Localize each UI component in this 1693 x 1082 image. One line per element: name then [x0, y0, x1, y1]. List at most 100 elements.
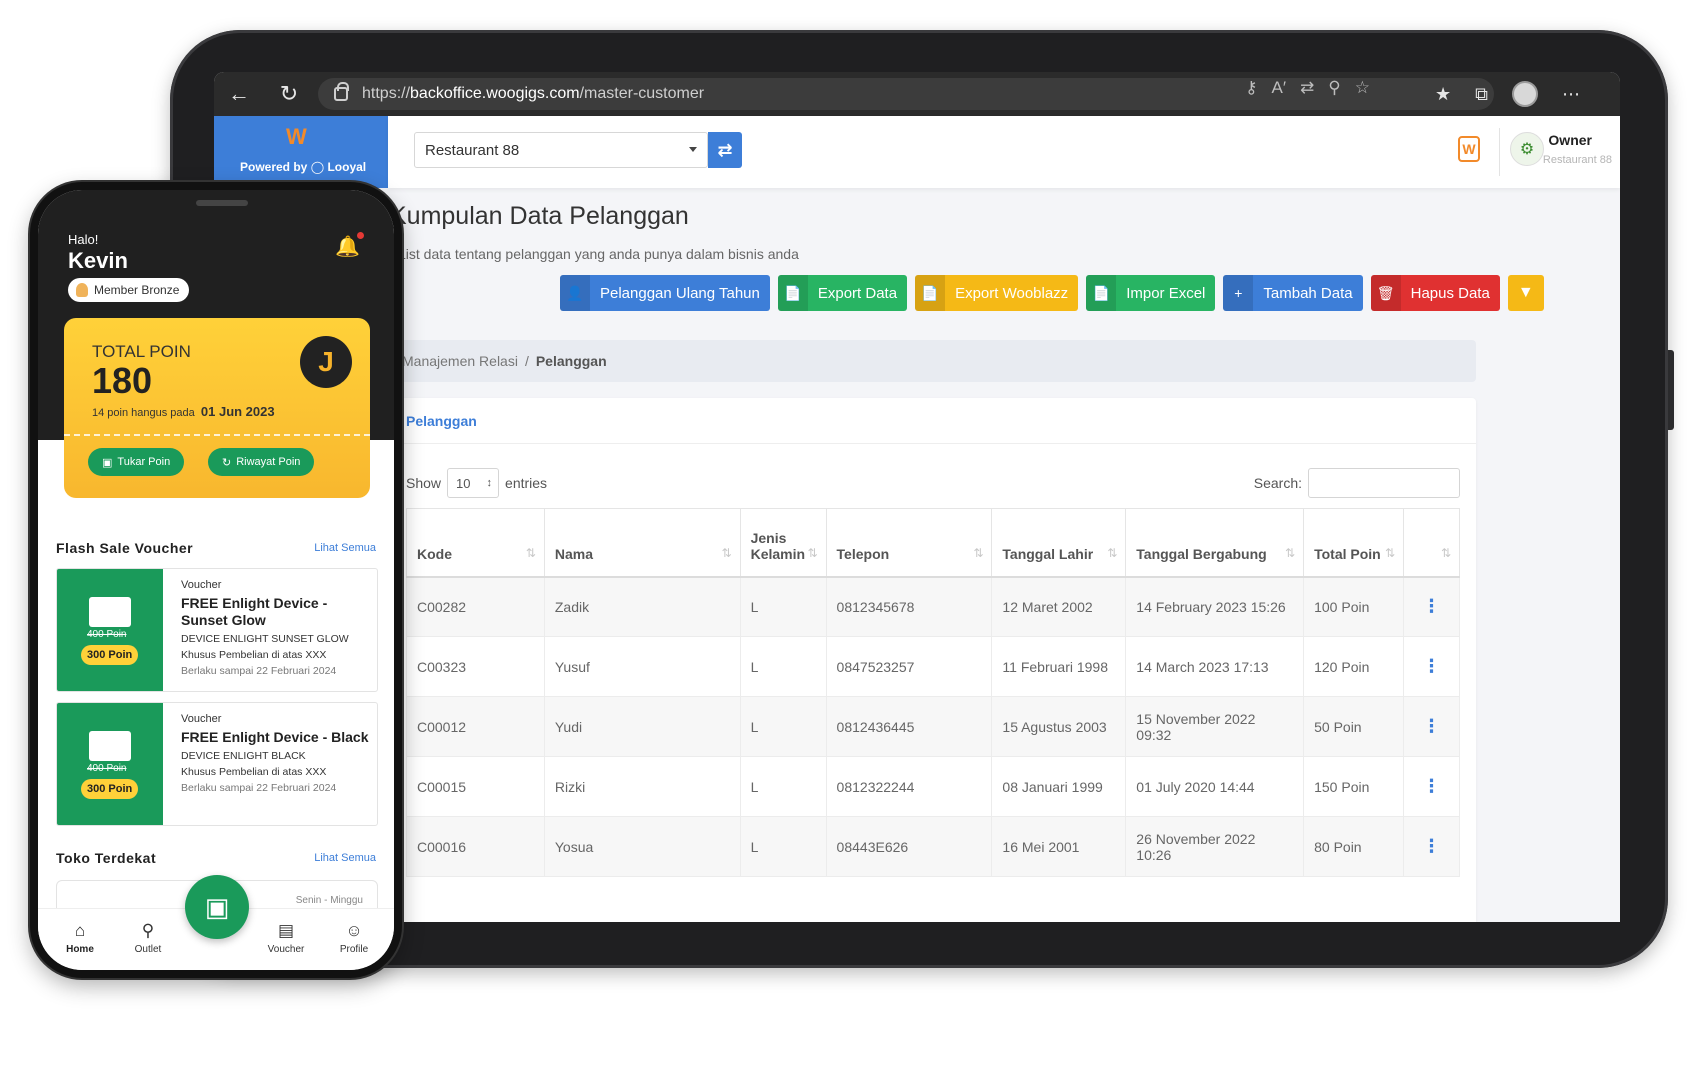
user-icon: 👤 — [560, 275, 590, 311]
greeting: Halo! — [68, 232, 99, 247]
chevron-down-icon — [689, 147, 697, 152]
nav-voucher[interactable]: ▤ Voucher — [256, 921, 316, 955]
column-header-jenis-kelamin[interactable]: Jenis Kelamin ⇅ — [739, 508, 827, 578]
delete-data-button[interactable]: 🗑 Hapus Data — [1370, 275, 1500, 311]
column-header-total-poin[interactable]: Total Poin ⇅ — [1303, 508, 1404, 578]
row-menu-icon[interactable]: ⋮ — [1403, 756, 1460, 817]
scan-button[interactable]: ▣ — [185, 875, 249, 939]
table-row[interactable]: C00016 Yosua L 08443E626 16 Mei 2001 26 … — [406, 816, 1460, 877]
user-avatar[interactable]: ⚙ — [1510, 132, 1544, 166]
birthday-customers-button[interactable]: 👤 Pelanggan Ulang Tahun — [560, 275, 770, 311]
page-length-select[interactable]: 10 — [447, 468, 500, 498]
phone-frame: Halo! Kevin 🔔 Member Bronze TOTAL POIN 1… — [30, 182, 402, 978]
toko-see-all-link[interactable]: Lihat Semua — [314, 852, 376, 864]
table-row[interactable]: C00323 Yusuf L 0847523257 11 Februari 19… — [406, 636, 1460, 697]
cell-tanggal-lahir: 12 Maret 2002 — [991, 576, 1127, 637]
voucher-price: 300 Poin — [81, 779, 139, 799]
cell-kode: C00016 — [406, 816, 545, 877]
bell-icon[interactable]: 🔔 — [335, 234, 360, 259]
breadcrumb-current: Pelanggan — [535, 353, 607, 369]
cell-total-poin: 120 Poin — [1303, 636, 1404, 697]
row-menu-icon[interactable]: ⋮ — [1403, 816, 1460, 877]
total-poin-label: TOTAL POIN — [92, 342, 191, 361]
back-arrow-icon[interactable]: ← — [214, 72, 264, 116]
outlet-select[interactable]: Restaurant 88 — [414, 132, 708, 168]
collections-icon[interactable]: ⧉ — [1475, 84, 1488, 105]
column-header-nama[interactable]: Nama ⇅ — [543, 508, 741, 578]
page-title: Kumpulan Data Pelanggan — [390, 202, 689, 230]
voucher-name: FREE Enlight Device - Sunset Glow — [181, 595, 328, 628]
filter-icon: ▼ — [1517, 284, 1534, 301]
voucher-body: Voucher FREE Enlight Device - Sunset Glo… — [181, 579, 369, 677]
woogigs-logo-icon: W — [286, 124, 307, 149]
location-pin-icon: ⚲ — [141, 921, 155, 940]
row-menu-icon[interactable]: ⋮ — [1403, 636, 1460, 697]
nav-home[interactable]: ⌂ Home — [50, 921, 110, 955]
medal-icon — [76, 283, 88, 297]
nav-outlet[interactable]: ⚲ Outlet — [118, 921, 178, 955]
table-row[interactable]: C00015 Rizki L 0812322244 08 Januari 199… — [406, 756, 1460, 817]
table-row[interactable]: C00282 Zadik L 0812345678 12 Maret 2002 … — [406, 576, 1460, 637]
nav-profile[interactable]: ☺ Profile — [324, 921, 384, 955]
cell-total-poin: 150 Poin — [1303, 756, 1404, 817]
home-icon: ⌂ — [74, 921, 86, 940]
export-wooblazz-button[interactable]: 📄 Export Wooblazz — [915, 275, 1079, 311]
cell-telepon: 0847523257 — [825, 636, 993, 697]
show-label: Show — [406, 475, 442, 491]
column-header-tanggal-bergabung[interactable]: Tanggal Bergabung ⇅ — [1125, 508, 1305, 578]
cell-nama: Yudi — [543, 696, 741, 757]
cell-kode: C00323 — [406, 636, 545, 697]
voucher-body: Voucher FREE Enlight Device - Black DEVI… — [181, 713, 369, 794]
column-header-telepon[interactable]: Telepon ⇅ — [825, 508, 993, 578]
cell-tanggal-bergabung: 14 February 2023 15:26 — [1125, 576, 1305, 637]
sort-icon: ⇅ — [1107, 545, 1118, 560]
add-data-button[interactable]: + Tambah Data — [1223, 275, 1363, 311]
ticket-icon — [89, 731, 131, 761]
zoom-icon[interactable]: ⚲ — [1328, 78, 1340, 98]
customer-card: Pelanggan Show 10 entries Search: Kode⇅ … — [390, 398, 1476, 922]
cell-jenis-kelamin: L — [739, 636, 827, 697]
sort-icon: ⇅ — [1440, 545, 1451, 560]
row-menu-icon[interactable]: ⋮ — [1403, 696, 1460, 757]
switch-outlet-button[interactable]: ⇄ — [708, 132, 742, 168]
member-badge[interactable]: Member Bronze — [68, 278, 190, 302]
translate-icon[interactable]: ⇄ — [1300, 78, 1314, 98]
browser-actions: ★ ⧉ ⋯ — [1435, 72, 1580, 116]
notification-dot — [357, 232, 364, 239]
flash-sale-see-all-link[interactable]: Lihat Semua — [314, 542, 376, 554]
wooblazz-icon[interactable]: W — [1458, 136, 1480, 162]
voucher-type: Voucher — [181, 579, 222, 591]
export-data-button[interactable]: 📄 Export Data — [777, 275, 908, 311]
more-icon[interactable]: ⋯ — [1562, 84, 1580, 105]
cell-tanggal-bergabung: 01 July 2020 14:44 — [1125, 756, 1305, 817]
url-prefix: https:// — [362, 85, 411, 102]
favorites-icon[interactable]: ★ — [1435, 84, 1451, 105]
profile-avatar-icon[interactable] — [1512, 81, 1538, 107]
key-icon[interactable]: ⚷ — [1245, 78, 1257, 98]
table-row[interactable]: C00012 Yudi L 0812436445 15 Agustus 2003… — [406, 696, 1460, 757]
read-aloud-icon[interactable]: A′ — [1272, 78, 1287, 98]
row-menu-icon[interactable]: ⋮ — [1403, 576, 1460, 637]
voucher-card[interactable]: 400 Poin 300 Poin Voucher FREE Enlight D… — [56, 568, 378, 692]
cell-nama: Rizki — [543, 756, 741, 817]
voucher-desc: DEVICE ENLIGHT BLACK — [181, 750, 306, 762]
composite-stage: ← ↻ https://backoffice.woogigs.com/maste… — [0, 0, 1693, 1082]
riwayat-poin-button[interactable]: ↻ Riwayat Poin — [208, 448, 315, 476]
column-header-tanggal-lahir[interactable]: Tanggal Lahir ⇅ — [991, 508, 1127, 578]
voucher-type: Voucher — [181, 713, 222, 725]
refresh-icon[interactable]: ↻ — [264, 72, 314, 116]
swap-icon: ⇄ — [717, 139, 733, 160]
column-header-kode[interactable]: Kode ⇅ — [406, 508, 545, 578]
search-input[interactable] — [1308, 468, 1460, 498]
breadcrumb-parent[interactable]: Manajemen Relasi — [402, 353, 518, 369]
phone-speaker — [196, 200, 248, 206]
sort-icon: ⇅ — [525, 545, 536, 560]
member-level: Member Bronze — [94, 283, 180, 297]
filter-button[interactable]: ▼ — [1507, 275, 1544, 311]
tukar-poin-button[interactable]: ▣ Tukar Poin — [88, 448, 185, 476]
column-header-actions[interactable]: ⇅ — [1403, 508, 1460, 578]
voucher-card[interactable]: 400 Poin 300 Poin Voucher FREE Enlight D… — [56, 702, 378, 826]
favorite-add-icon[interactable]: ☆ — [1355, 78, 1370, 98]
url-domain: backoffice.woogigs.com — [410, 85, 580, 102]
import-excel-button[interactable]: 📄 Impor Excel — [1086, 275, 1216, 311]
